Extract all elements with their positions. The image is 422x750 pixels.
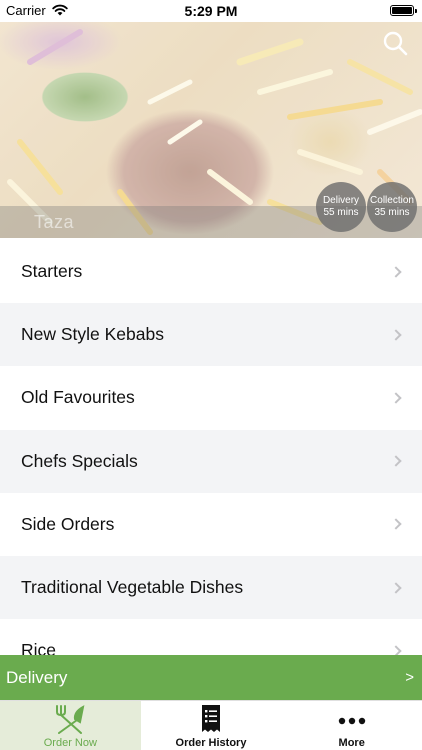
hero-banner: Taza Delivery 55 mins Collection 35 mins — [0, 22, 422, 238]
category-old-favourites[interactable]: Old Favourites — [0, 366, 422, 430]
category-chefs-specials[interactable]: Chefs Specials — [0, 429, 422, 493]
chevron-right-icon — [390, 329, 402, 341]
category-starters[interactable]: Starters — [0, 240, 422, 304]
menu-category-list: Starters New Style Kebabs Old Favourites… — [0, 240, 422, 683]
more-dots-icon — [338, 717, 365, 725]
delivery-mode-bar[interactable]: Delivery > — [0, 655, 422, 700]
chevron-right-icon — [390, 392, 402, 404]
clock-time: 5:29 PM — [184, 3, 238, 19]
category-label: Starters — [21, 261, 83, 282]
category-label: Traditional Vegetable Dishes — [21, 577, 244, 598]
tab-bar: Order Now Order History More — [0, 700, 422, 750]
tab-order-now[interactable]: Order Now — [0, 701, 141, 750]
restaurant-name: Taza — [34, 212, 75, 232]
collection-badge-label: Collection — [370, 195, 414, 206]
delivery-badge-time: 55 mins — [323, 207, 359, 218]
search-icon[interactable] — [382, 30, 408, 56]
category-side-orders[interactable]: Side Orders — [0, 492, 422, 556]
category-label: Side Orders — [21, 513, 115, 534]
tab-more[interactable]: More — [281, 701, 422, 750]
delivery-mode-label: Delivery — [6, 668, 68, 687]
category-label: Old Favourites — [21, 387, 135, 408]
battery-icon — [390, 5, 417, 16]
collection-badge-time: 35 mins — [374, 207, 410, 218]
category-label: Chefs Specials — [21, 450, 138, 471]
status-bar: Carrier 5:29 PM — [0, 0, 422, 22]
category-new-style-kebabs[interactable]: New Style Kebabs — [0, 303, 422, 367]
chevron-right-icon — [390, 581, 402, 594]
category-label: New Style Kebabs — [21, 324, 164, 345]
fork-knife-icon — [56, 705, 85, 734]
receipt-icon — [202, 705, 220, 732]
chevron-right-icon — [390, 265, 402, 278]
collection-time-badge: Collection 35 mins — [367, 182, 417, 232]
delivery-badge-label: Delivery — [322, 195, 360, 206]
tab-label: More — [338, 737, 365, 749]
delivery-time-badge: Delivery 55 mins — [316, 182, 366, 232]
tab-label: Order History — [175, 737, 247, 749]
category-traditional-vegetable-dishes[interactable]: Traditional Vegetable Dishes — [0, 555, 422, 620]
chevron-right-icon — [390, 455, 402, 467]
tab-order-history[interactable]: Order History — [141, 701, 282, 750]
tab-label: Order Now — [43, 737, 97, 749]
chevron-right-icon — [390, 518, 402, 531]
delivery-arrow-icon: > — [405, 669, 414, 686]
